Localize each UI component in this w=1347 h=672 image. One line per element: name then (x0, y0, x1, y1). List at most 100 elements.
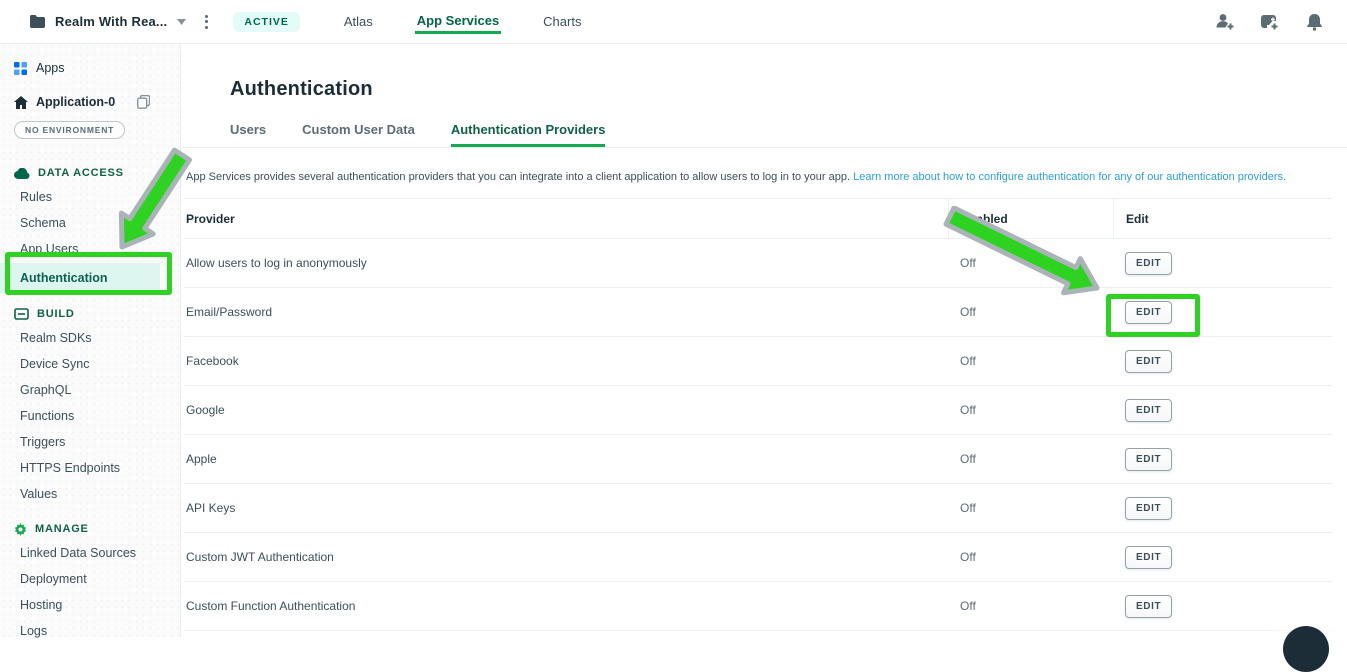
tab-authentication-providers[interactable]: Authentication Providers (451, 122, 606, 147)
app-name: Application-0 (36, 95, 115, 109)
sidebar-item-values[interactable]: Values (0, 481, 180, 506)
column-header-edit: Edit (1113, 199, 1333, 238)
copy-app-id-icon[interactable] (137, 95, 150, 109)
environment-badge: NO ENVIRONMENT (14, 121, 125, 139)
sidebar-item-rules[interactable]: Rules (0, 184, 180, 209)
sidebar-sections: DATA ACCESS Rules Schema App Users Authentic… (0, 163, 180, 643)
product-nav-tabs: Atlas App Services Charts (342, 0, 584, 43)
main-content: Authentication UsersCustom User DataAuth… (182, 44, 1347, 637)
provider-name: API Keys (184, 501, 948, 515)
learn-more-link[interactable]: Learn more about how to configure authen… (853, 171, 1286, 183)
project-name[interactable]: Realm With Rea... (55, 14, 167, 29)
tab-users[interactable]: Users (230, 122, 266, 147)
edit-cell: EDIT (1113, 301, 1333, 324)
provider-row-api-keys: API KeysOff EDIT (184, 484, 1333, 533)
provider-row-allow-users-to-log-in-anonymously: Allow users to log in anonymouslyOffEDIT (184, 239, 1333, 288)
sidebar-item-label: App Users (20, 242, 78, 256)
authentication-tabs: Users Custom User Data Authentication Prov… (182, 122, 1347, 148)
sidebar-item-label: HTTPS Endpoints (20, 461, 120, 475)
column-header-provider: Provider (184, 199, 948, 238)
sidebar-item-deployment[interactable]: Deployment (0, 566, 180, 591)
sidebar-item-authentication[interactable]: Authentication (0, 263, 160, 293)
edit-cell: EDIT (1113, 497, 1333, 520)
sidebar-item-realm-sdks[interactable]: Realm SDKs (0, 325, 180, 350)
sidebar-section-header-build: BUILD (0, 304, 180, 324)
project-switcher-caret-icon[interactable] (177, 19, 186, 25)
gear-icon (14, 523, 27, 536)
topbar-right-icons (1216, 13, 1347, 31)
provider-name: Facebook (184, 354, 948, 368)
nav-tab-charts[interactable]: Charts (541, 10, 583, 33)
provider-row-facebook: FacebookOff EDIT (184, 337, 1333, 386)
enabled-status: Off (948, 599, 1113, 613)
edit-button-email-password[interactable]: EDIT (1125, 301, 1172, 324)
tab-custom-user-data[interactable]: Custom User Data (302, 122, 415, 147)
provider-row-apple: AppleOffEDIT (184, 435, 1333, 484)
provider-name: Allow users to log in anonymously (184, 256, 948, 270)
provider-name: Google (184, 403, 948, 417)
apps-grid-icon (14, 62, 27, 75)
sidebar-app-name-row[interactable]: Application-0 (0, 92, 180, 112)
sidebar-section-label: MANAGE (35, 523, 89, 535)
enabled-status: Off (948, 501, 1113, 515)
edit-button-allow-users-to-log-in-anonymously[interactable]: EDIT (1125, 252, 1172, 275)
edit-button-custom-function-authentication[interactable]: EDIT (1125, 595, 1172, 618)
providers-table: Provider Enabled Edit Allow users to log… (184, 198, 1333, 631)
sidebar-item-label: Schema (20, 216, 66, 230)
edit-cell: EDIT (1113, 546, 1333, 569)
notifications-bell-icon[interactable] (1306, 13, 1323, 31)
sidebar-item-label: Rules (20, 190, 52, 204)
sidebar-section-build: BUILDRealm SDKsDevice Sync GraphQL Functio… (0, 304, 180, 506)
sidebar-item-label: Hosting (20, 598, 62, 612)
apps-label: Apps (36, 61, 65, 75)
sidebar-section-header-data-access: DATA ACCESS (0, 163, 180, 183)
sidebar-item-functions[interactable]: Functions (0, 403, 180, 428)
sidebar-item-label: GraphQL (20, 383, 71, 397)
providers-table-header: Provider Enabled Edit (184, 198, 1333, 239)
provider-name: Apple (184, 452, 948, 466)
edit-button-api-keys[interactable]: EDIT (1125, 497, 1172, 520)
invite-user-icon[interactable] (1216, 13, 1235, 30)
sidebar-item-label: Authentication (20, 271, 108, 285)
sidebar-item-triggers[interactable]: Triggers (0, 429, 180, 454)
add-team-icon[interactable] (1261, 13, 1280, 30)
edit-button-custom-jwt-authentication[interactable]: EDIT (1125, 546, 1172, 569)
sidebar-item-logs[interactable]: Logs (0, 618, 180, 643)
nav-tab-atlas[interactable]: Atlas (342, 10, 375, 33)
provider-name: Custom Function Authentication (184, 599, 948, 613)
column-header-enabled: Enabled (948, 199, 1113, 238)
cloud-icon (14, 168, 30, 179)
edit-cell: EDIT (1113, 252, 1333, 275)
enabled-status: Off (948, 550, 1113, 564)
sidebar-item-label: Deployment (20, 572, 87, 586)
nav-tab-app-services[interactable]: App Services (415, 9, 501, 34)
provider-row-google: GoogleOffEDIT (184, 386, 1333, 435)
provider-name: Custom JWT Authentication (184, 550, 948, 564)
sidebar-item-linked-data-sources[interactable]: Linked Data Sources (0, 540, 180, 565)
app-sidebar: Apps Application-0 NO ENVIRONMENT DATA A… (0, 44, 181, 637)
sidebar-section-label: DATA ACCESS (38, 167, 124, 179)
auth-description: App Services provides several authentica… (186, 171, 1335, 183)
provider-row-email-password: Email/PasswordOff EDIT (184, 288, 1333, 337)
edit-button-apple[interactable]: EDIT (1125, 448, 1172, 471)
sidebar-item-graphql[interactable]: GraphQL (0, 377, 180, 402)
home-icon (14, 96, 28, 109)
sidebar-section-data-access: DATA ACCESS Rules Schema App Users Authentic… (0, 163, 180, 293)
sidebar-item-https-endpoints[interactable]: HTTPS Endpoints (0, 455, 180, 480)
provider-name: Email/Password (184, 305, 948, 319)
project-menu-kebab-icon[interactable] (202, 12, 211, 32)
sidebar-item-apps[interactable]: Apps (0, 58, 180, 78)
sidebar-item-schema[interactable]: Schema (0, 210, 180, 235)
chat-widget-bubble[interactable] (1283, 626, 1329, 672)
enabled-status: Off (948, 354, 1113, 368)
sidebar-item-hosting[interactable]: Hosting (0, 592, 180, 617)
enabled-status: Off (948, 305, 1113, 319)
provider-row-custom-function-authentication: Custom Function AuthenticationOff EDIT (184, 582, 1333, 631)
edit-button-facebook[interactable]: EDIT (1125, 350, 1172, 373)
monitor-icon (14, 308, 29, 320)
sidebar-item-device-sync[interactable]: Device Sync (0, 351, 180, 376)
sidebar-item-label: Values (20, 487, 57, 501)
project-folder-icon (30, 15, 45, 28)
sidebar-item-app-users[interactable]: App Users (0, 236, 180, 261)
edit-button-google[interactable]: EDIT (1125, 399, 1172, 422)
